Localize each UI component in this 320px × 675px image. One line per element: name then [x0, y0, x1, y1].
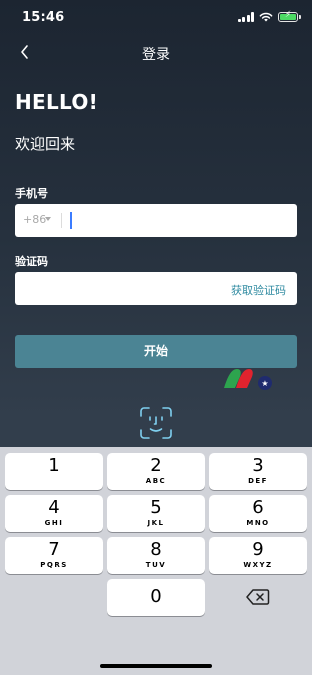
page-title: 登录 — [142, 47, 170, 63]
get-code-link[interactable]: 获取验证码 — [231, 282, 286, 298]
code-label: 验证码 — [15, 255, 48, 268]
key-2[interactable]: 2 ABC — [107, 453, 205, 490]
numeric-keypad: 1 2 ABC 3 DEF 4 GHI 5 JKL 6 MNO 7 PQRS 8 — [0, 447, 312, 675]
key-letters: PQRS — [40, 561, 68, 569]
key-number: 1 — [48, 455, 60, 476]
home-indicator[interactable] — [100, 664, 212, 668]
greeting-heading: HELLO! — [15, 90, 99, 114]
text-cursor — [70, 212, 72, 229]
key-8[interactable]: 8 TUV — [107, 537, 205, 574]
key-number: 7 — [48, 539, 60, 560]
cellular-signal-icon — [237, 12, 254, 22]
key-1[interactable]: 1 — [5, 453, 103, 490]
key-letters: DEF — [248, 477, 268, 485]
key-0[interactable]: 0 — [107, 579, 205, 616]
key-letters: WXYZ — [243, 561, 273, 569]
key-number: 9 — [252, 539, 264, 560]
face-id-icon[interactable] — [139, 406, 173, 440]
battery-charging-icon: ⚡ — [278, 10, 301, 22]
status-bar: 15:46 ⚡ — [0, 0, 312, 38]
key-number: 6 — [252, 497, 264, 518]
key-letters: GHI — [44, 519, 64, 527]
key-7[interactable]: 7 PQRS — [5, 537, 103, 574]
status-time: 15:46 — [22, 10, 65, 25]
backspace-icon[interactable] — [246, 588, 270, 606]
welcome-subtitle: 欢迎回来 — [15, 135, 76, 153]
dropdown-arrow-icon[interactable] — [45, 217, 51, 221]
key-number: 2 — [150, 455, 162, 476]
country-code[interactable]: +86 — [23, 213, 46, 226]
key-number: 8 — [150, 539, 162, 560]
divider — [61, 213, 62, 228]
key-number: 0 — [150, 586, 162, 607]
status-icons: ⚡ — [237, 10, 301, 22]
key-9[interactable]: 9 WXYZ — [209, 537, 307, 574]
brand-logo: ★ — [224, 369, 272, 390]
key-4[interactable]: 4 GHI — [5, 495, 103, 532]
key-letters: TUV — [145, 561, 167, 569]
key-5[interactable]: 5 JKL — [107, 495, 205, 532]
key-letters: ABC — [145, 477, 167, 485]
phone-label: 手机号 — [15, 187, 48, 200]
phone-field[interactable]: +86 — [15, 204, 297, 237]
key-letters: JKL — [147, 519, 165, 527]
key-3[interactable]: 3 DEF — [209, 453, 307, 490]
wifi-icon — [259, 12, 273, 22]
svg-text:★: ★ — [261, 379, 268, 388]
key-number: 3 — [252, 455, 264, 476]
key-6[interactable]: 6 MNO — [209, 495, 307, 532]
key-number: 4 — [48, 497, 60, 518]
key-letters: MNO — [246, 519, 270, 527]
login-screen: 15:46 ⚡ 登录 HELLO! 欢迎回来 手机号 +86 验证码 获取验证码… — [0, 0, 312, 675]
verification-code-field[interactable]: 获取验证码 — [15, 272, 297, 305]
key-number: 5 — [150, 497, 162, 518]
